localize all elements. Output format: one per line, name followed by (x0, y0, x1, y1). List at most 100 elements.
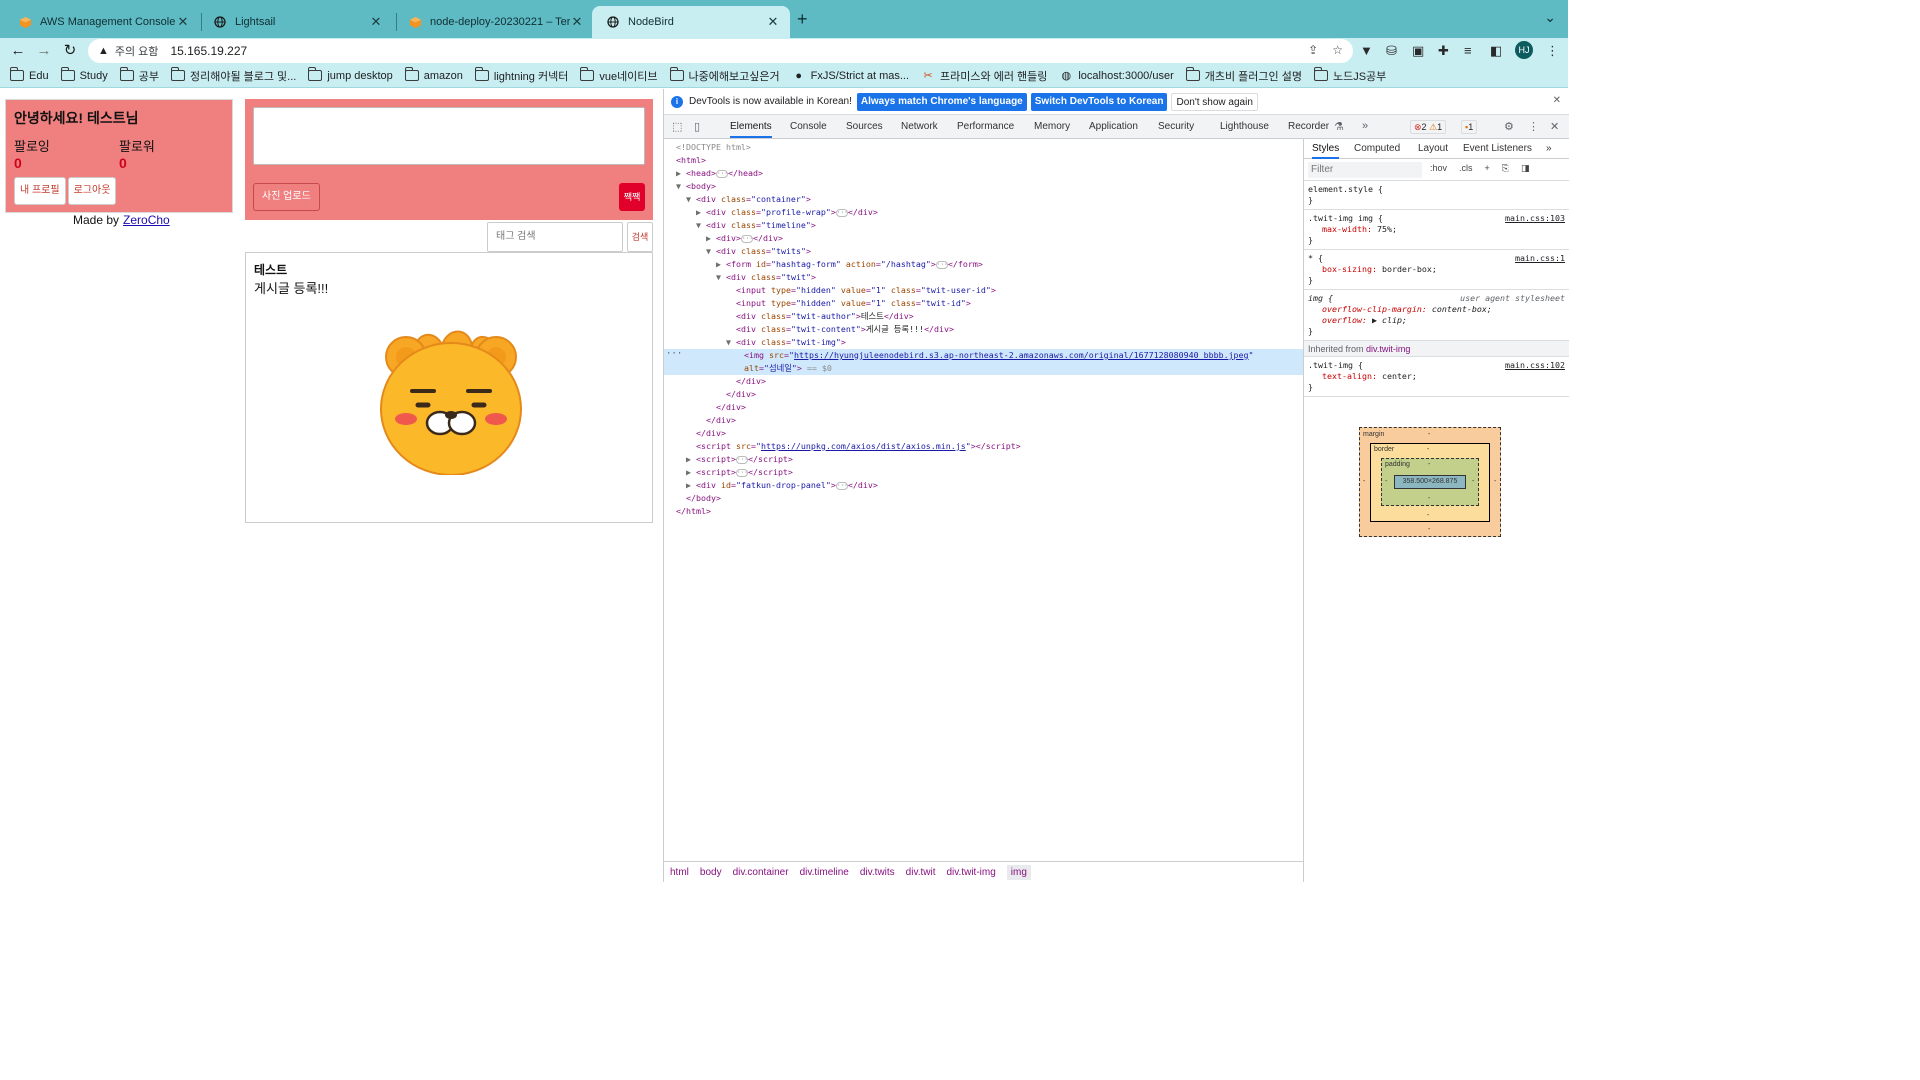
tab-lightsail[interactable]: Lightsail ✕ (199, 6, 393, 38)
breadcrumb-item[interactable]: html (670, 867, 689, 878)
dom-node[interactable]: </div> (664, 388, 1303, 401)
toggle-sidebar-icon[interactable]: ◨ (1521, 163, 1530, 174)
dom-node[interactable]: ▼ <body> (664, 180, 1303, 193)
tab-sources[interactable]: Sources (846, 115, 883, 138)
dom-node[interactable]: </div> (664, 414, 1303, 427)
tag-search-input[interactable]: 태그 검색 (487, 222, 623, 252)
class-toggle[interactable]: .cls (1459, 163, 1473, 174)
bookmark-lightning[interactable]: lightning 커넥터 (474, 67, 568, 84)
style-declaration[interactable]: overflow-clip-margin: content-box; (1308, 304, 1565, 315)
tab-performance[interactable]: Performance (957, 115, 1014, 138)
tab-elements[interactable]: Elements (730, 115, 772, 138)
tab-node-deploy[interactable]: node-deploy-20230221 – Term ✕ (394, 6, 594, 38)
style-declaration[interactable]: overflow: ▶ clip; (1308, 315, 1565, 326)
tab-application[interactable]: Application (1089, 115, 1138, 138)
gear-icon[interactable]: ⚙ (1504, 120, 1514, 133)
inspect-element-icon[interactable]: ⬚ (672, 120, 682, 133)
logout-button[interactable]: 로그아웃 (67, 177, 117, 205)
forward-arrow-icon[interactable]: → (34, 41, 54, 61)
tab-styles[interactable]: Styles (1312, 139, 1340, 159)
style-declaration[interactable]: text-align: center; (1308, 371, 1565, 382)
style-rule-element[interactable]: element.style { } (1304, 181, 1569, 210)
dom-node[interactable]: </div> (664, 375, 1303, 388)
avatar[interactable]: HJ (1515, 41, 1533, 59)
tab-recorder[interactable]: Recorder (1288, 115, 1329, 138)
node-actions-ellipsis-icon[interactable]: ··· (666, 349, 682, 359)
device-toolbar-icon[interactable]: ▯ (694, 120, 700, 133)
dont-show-again-button[interactable]: Don't show again (1171, 92, 1258, 111)
extension-drive-icon[interactable]: ⛁ (1386, 43, 1397, 59)
extension-media-icon[interactable]: ▣ (1412, 43, 1424, 59)
dom-node[interactable]: ▼ <div class="twit-img"> (664, 336, 1303, 349)
kebab-menu-icon[interactable]: ⋮ (1528, 120, 1539, 133)
style-declaration[interactable]: box-sizing: border-box; (1308, 264, 1565, 275)
bookmark-blog[interactable]: 정리해야될 블로그 및... (170, 67, 296, 84)
side-panel-icon[interactable]: ◧ (1490, 43, 1502, 59)
security-label[interactable]: 주의 요함 (115, 43, 159, 59)
bookmark-gatsby[interactable]: 개츠비 플러그인 설명 (1185, 67, 1302, 84)
always-match-language-button[interactable]: Always match Chrome's language (856, 92, 1027, 111)
tab-event-listeners[interactable]: Event Listeners (1463, 139, 1532, 159)
my-profile-button[interactable]: 내 프로필 (14, 177, 66, 205)
tab-security[interactable]: Security (1158, 115, 1194, 138)
reload-icon[interactable]: ↻ (60, 41, 80, 61)
breadcrumb-item[interactable]: body (700, 867, 722, 878)
zerocho-link[interactable]: ZeroCho (123, 213, 170, 227)
style-rule-twit-img-img[interactable]: main.css:103 .twit-img img { max-width: … (1304, 210, 1569, 250)
dom-node-selected-img[interactable]: alt="섬네일"> == $0 (664, 362, 1303, 375)
tab-aws-console[interactable]: AWS Management Console ✕ (4, 6, 200, 38)
extension-v-icon[interactable]: ▼ (1360, 43, 1373, 58)
dom-node[interactable]: ▶ <script>···</script> (664, 453, 1303, 466)
dom-node[interactable]: <input type="hidden" value="1" class="tw… (664, 284, 1303, 297)
issues-badge[interactable]: ▪1 (1461, 120, 1478, 134)
dom-node[interactable]: <div class="twit-content">게시글 등록!!!</div… (664, 323, 1303, 336)
rule-source-link[interactable]: main.css:103 (1505, 213, 1565, 224)
bookmark-jump-desktop[interactable]: jump desktop (308, 67, 393, 82)
kebab-menu-icon[interactable]: ⋮ (1546, 43, 1559, 59)
breadcrumb-item[interactable]: div.twits (860, 867, 895, 878)
breadcrumb-item[interactable]: div.timeline (800, 867, 849, 878)
dom-node[interactable]: </body> (664, 492, 1303, 505)
dom-node[interactable]: ▼ <div class="twits"> (664, 245, 1303, 258)
style-rule-user-agent-img[interactable]: user agent stylesheet img { overflow-cli… (1304, 290, 1569, 341)
dom-node[interactable]: <!DOCTYPE html> (664, 141, 1303, 154)
breadcrumb-item[interactable]: div.container (733, 867, 789, 878)
dom-node[interactable]: ▶ <div>···</div> (664, 232, 1303, 245)
more-tabs-chevron-icon[interactable]: » (1546, 139, 1552, 159)
bookmark-edu[interactable]: Edu (10, 67, 49, 82)
bookmark-amazon[interactable]: amazon (404, 67, 463, 82)
paint-roller-icon[interactable]: ⎘ (1502, 163, 1509, 174)
styles-filter-input[interactable]: Filter (1308, 162, 1422, 178)
close-icon[interactable]: ✕ (766, 14, 780, 30)
tab-nodebird[interactable]: NodeBird ✕ (592, 6, 790, 38)
error-warning-badge[interactable]: ⊗2 ⚠1 (1410, 120, 1447, 134)
dom-node[interactable]: ▶ <div id="fatkun-drop-panel">···</div> (664, 479, 1303, 492)
dom-node[interactable]: <html> (664, 154, 1303, 167)
address-bar[interactable]: ▲ 주의 요함 15.165.19.227 ⇪ ☆ (88, 39, 1353, 63)
dom-node[interactable]: <script src="https://unpkg.com/axios/dis… (664, 440, 1303, 453)
dom-node[interactable]: ▼ <div class="twit"> (664, 271, 1303, 284)
tag-search-button[interactable]: 검색 (627, 222, 653, 252)
breadcrumb-item[interactable]: div.twit-img (947, 867, 996, 878)
close-icon[interactable]: ✕ (176, 14, 190, 30)
bookmark-localhost[interactable]: ◍ localhost:3000/user (1059, 69, 1174, 83)
dom-node[interactable]: ▶ <head>···</head> (664, 167, 1303, 180)
tab-lighthouse[interactable]: Lighthouse (1220, 115, 1269, 138)
dom-node[interactable]: ▶ <script>···</script> (664, 466, 1303, 479)
breadcrumb-item-current[interactable]: img (1006, 864, 1031, 880)
close-icon[interactable]: ✕ (570, 14, 584, 30)
bookmark-later[interactable]: 나중에해보고싶은거 (669, 67, 780, 84)
share-icon[interactable]: ⇪ (1308, 43, 1318, 57)
rule-source-link[interactable]: main.css:102 (1505, 360, 1565, 371)
rule-source-link[interactable]: main.css:1 (1515, 253, 1565, 264)
dom-node[interactable]: ▶ <form id="hashtag-form" action="/hashta… (664, 258, 1303, 271)
chevron-down-icon[interactable]: ⌄ (1544, 9, 1556, 26)
style-rule-universal[interactable]: main.css:1 * { box-sizing: border-box; } (1304, 250, 1569, 290)
close-icon[interactable]: ✕ (369, 14, 383, 30)
dom-node[interactable]: </html> (664, 505, 1303, 518)
new-tab-plus-icon[interactable]: + (797, 9, 808, 30)
tab-computed[interactable]: Computed (1354, 139, 1400, 159)
dom-node[interactable]: <div class="twit-author">테스트</div> (664, 310, 1303, 323)
url-text[interactable]: 15.165.19.227 (170, 44, 247, 58)
dom-node[interactable]: </div> (664, 401, 1303, 414)
